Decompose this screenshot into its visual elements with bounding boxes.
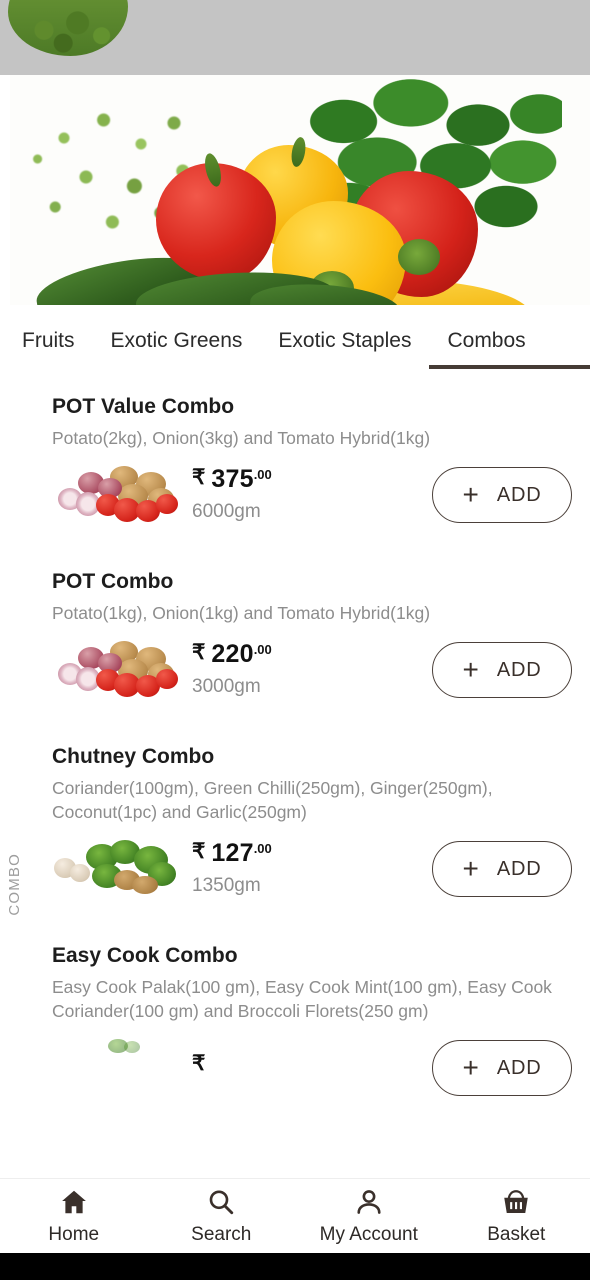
price-decimals: .00 <box>253 841 272 856</box>
price-block: ₹ 220 .00 3000gm <box>180 642 432 698</box>
search-icon <box>209 1189 234 1214</box>
product-card[interactable]: POT Value Combo Potato(2kg), Onion(3kg) … <box>0 377 590 526</box>
price-value: 220 <box>211 640 254 668</box>
product-description: Potato(1kg), Onion(1kg) and Tomato Hybri… <box>52 603 431 623</box>
price-value: 375 <box>211 465 254 493</box>
plus-icon: + <box>462 853 479 884</box>
add-button[interactable]: + ADD <box>432 642 572 698</box>
product-title: Chutney Combo <box>52 745 215 768</box>
plus-icon: + <box>462 1052 479 1083</box>
tab-label: Exotic Staples <box>278 329 412 352</box>
nav-item-basket[interactable]: Basket <box>443 1179 590 1253</box>
product-description: Potato(2kg), Onion(3kg) and Tomato Hybri… <box>52 428 431 448</box>
nav-label: Search <box>191 1223 252 1245</box>
product-row: ₹ 220 .00 3000gm + ADD <box>0 625 590 701</box>
garlic-icon <box>70 864 90 882</box>
price-decimals: .00 <box>253 467 272 482</box>
price-row: ₹ <box>192 1053 432 1074</box>
category-banner <box>0 75 590 305</box>
product-weight: 1350gm <box>192 875 261 896</box>
price-decimals: .00 <box>253 642 272 657</box>
add-button[interactable]: + ADD <box>432 467 572 523</box>
product-thumbnail[interactable] <box>52 838 180 900</box>
tab-exotic-greens[interactable]: Exotic Greens <box>93 305 261 377</box>
price-value: 127 <box>211 839 254 867</box>
product-list[interactable]: POT Value Combo Potato(2kg), Onion(3kg) … <box>0 377 590 1178</box>
nav-label: My Account <box>319 1223 418 1245</box>
person-icon <box>357 1189 381 1214</box>
greens-icon <box>124 1041 140 1053</box>
tab-label: Combos <box>447 329 526 352</box>
product-title: Easy Cook Combo <box>52 944 238 967</box>
product-row: ₹ 375 .00 6000gm + ADD <box>0 450 590 526</box>
broccoli-icon <box>8 0 128 56</box>
price-block: ₹ 127 .00 1350gm <box>180 841 432 897</box>
bottom-navigation: Home Search My Account Basket <box>0 1178 590 1253</box>
tab-combos[interactable]: Combos <box>429 305 590 377</box>
add-button-label: ADD <box>496 857 542 880</box>
product-description: Coriander(100gm), Green Chilli(250gm), G… <box>52 778 493 822</box>
nav-label: Basket <box>487 1223 546 1245</box>
nav-item-my-account[interactable]: My Account <box>295 1179 443 1253</box>
nav-item-search[interactable]: Search <box>148 1179 296 1253</box>
currency-symbol: ₹ <box>192 840 206 863</box>
product-title: POT Combo <box>52 570 174 593</box>
product-weight: 3000gm <box>192 676 261 697</box>
basket-icon <box>504 1189 528 1213</box>
pepper-calyx-icon <box>398 239 440 275</box>
product-card[interactable]: POT Combo Potato(1kg), Onion(1kg) and To… <box>0 526 590 701</box>
tab-fruits[interactable]: Fruits <box>0 305 93 377</box>
product-card[interactable]: COMBO Chutney Combo Coriander(100gm), Gr… <box>0 701 590 916</box>
currency-symbol: ₹ <box>192 641 206 664</box>
price-row: ₹ 127 .00 <box>192 841 432 866</box>
product-description: Easy Cook Palak(100 gm), Easy Cook Mint(… <box>52 977 552 1021</box>
product-title: POT Value Combo <box>52 395 235 418</box>
tab-label: Fruits <box>22 329 75 352</box>
nav-label: Home <box>48 1223 100 1245</box>
price-block: ₹ <box>180 1053 432 1083</box>
price-block: ₹ 375 .00 6000gm <box>180 467 432 523</box>
nav-item-home[interactable]: Home <box>0 1179 148 1253</box>
tab-exotic-staples[interactable]: Exotic Staples <box>260 305 429 377</box>
currency-symbol: ₹ <box>192 1052 206 1075</box>
add-button[interactable]: + ADD <box>432 1040 572 1096</box>
status-overlay-band <box>0 0 590 75</box>
system-navigation-bar <box>0 1253 590 1280</box>
product-thumbnail[interactable] <box>52 639 180 701</box>
product-thumbnail[interactable] <box>52 1037 180 1099</box>
price-row: ₹ 220 .00 <box>192 642 432 667</box>
home-icon <box>61 1190 86 1213</box>
banner-image <box>10 75 590 305</box>
tomato-icon <box>156 669 178 689</box>
product-thumbnail[interactable] <box>52 464 180 526</box>
ginger-icon <box>132 876 158 894</box>
price-row: ₹ 375 .00 <box>192 467 432 492</box>
currency-symbol: ₹ <box>192 466 206 489</box>
product-card[interactable]: Easy Cook Combo Easy Cook Palak(100 gm),… <box>0 900 590 1099</box>
category-tabs: Fruits Exotic Greens Exotic Staples Comb… <box>0 305 590 377</box>
plus-icon: + <box>462 479 479 510</box>
add-button-label: ADD <box>496 483 542 506</box>
tab-label: Exotic Greens <box>110 329 243 352</box>
product-row: ₹ 127 .00 1350gm + ADD <box>0 824 590 900</box>
product-weight: 6000gm <box>192 501 261 522</box>
plus-icon: + <box>462 654 479 685</box>
tomato-icon <box>156 494 178 514</box>
product-weight <box>192 1074 432 1083</box>
add-button[interactable]: + ADD <box>432 841 572 897</box>
product-row: ₹ + ADD <box>0 1023 590 1099</box>
add-button-label: ADD <box>496 658 542 681</box>
add-button-label: ADD <box>496 1056 542 1079</box>
